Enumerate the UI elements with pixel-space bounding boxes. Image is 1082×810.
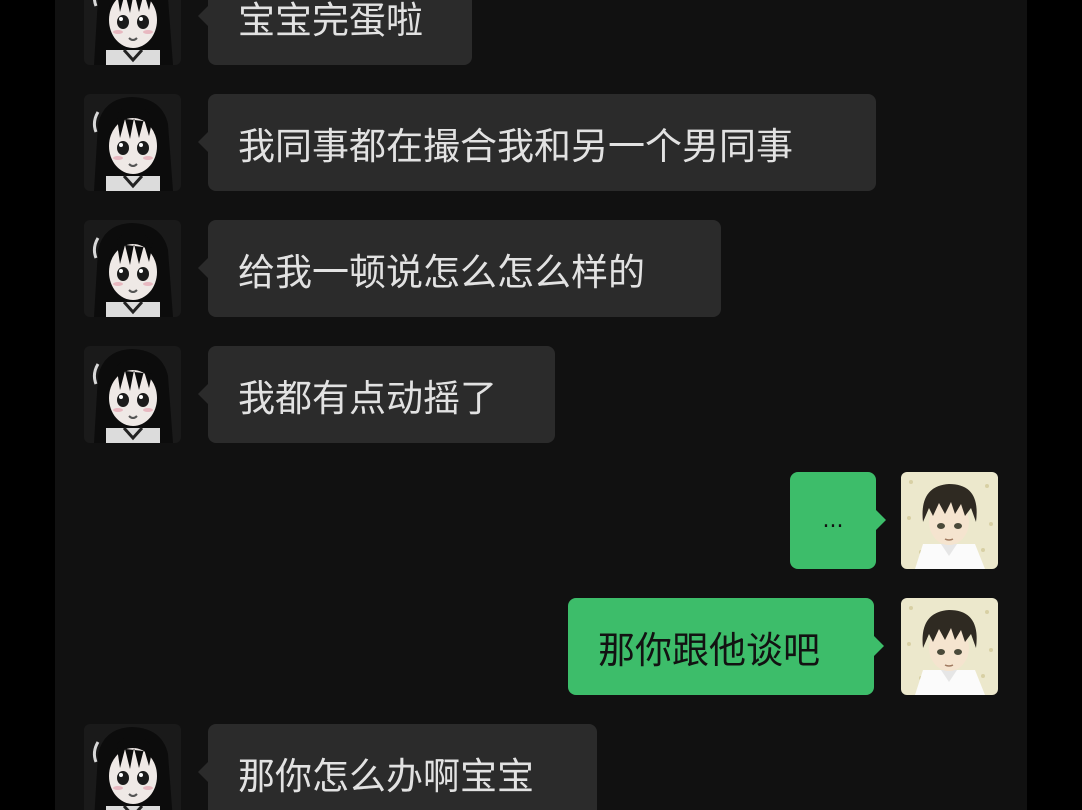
anime-boy-avatar-icon[interactable] bbox=[901, 472, 998, 569]
message-text: 我同事都在撮合我和另一个男同事 bbox=[238, 124, 793, 168]
incoming-message-bubble[interactable]: 那你怎么办啊宝宝 bbox=[198, 724, 597, 810]
bubble-tail bbox=[876, 510, 886, 530]
anime-girl-avatar-icon[interactable] bbox=[84, 220, 181, 317]
incoming-message-bubble[interactable]: 给我一顿说怎么怎么样的 bbox=[198, 220, 721, 317]
incoming-message-bubble[interactable]: 我都有点动摇了 bbox=[198, 346, 555, 443]
chat-message-row: 那你跟他谈吧 bbox=[55, 598, 1027, 695]
message-text: 我都有点动摇了 bbox=[238, 376, 497, 420]
bubble-tail bbox=[198, 384, 208, 404]
bubble-tail bbox=[198, 762, 208, 782]
bubble-tail bbox=[198, 258, 208, 278]
chat-message-row: ... bbox=[55, 472, 1027, 569]
anime-girl-avatar-icon[interactable] bbox=[84, 346, 181, 443]
anime-girl-avatar-icon[interactable] bbox=[84, 724, 181, 810]
chat-message-row: 我都有点动摇了 bbox=[55, 346, 1027, 443]
chat-message-row: 宝宝完蛋啦 bbox=[55, 0, 1027, 65]
anime-boy-avatar-icon[interactable] bbox=[901, 598, 998, 695]
chat-screen: 宝宝完蛋啦 我同事都在撮合我和另一个男同事 给我一顿说怎么怎么样的 我都有点动摇… bbox=[55, 0, 1027, 810]
chat-message-row: 那你怎么办啊宝宝 bbox=[55, 724, 1027, 810]
message-text: ... bbox=[822, 508, 844, 533]
message-text: 那你怎么办啊宝宝 bbox=[238, 754, 534, 798]
message-text: 宝宝完蛋啦 bbox=[238, 0, 423, 42]
chat-message-row: 我同事都在撮合我和另一个男同事 bbox=[55, 94, 1027, 191]
anime-girl-avatar-icon[interactable] bbox=[84, 94, 181, 191]
outgoing-message-bubble[interactable]: 那你跟他谈吧 bbox=[568, 598, 884, 695]
bubble-tail bbox=[198, 6, 208, 26]
outgoing-message-bubble[interactable]: ... bbox=[790, 472, 886, 569]
message-text: 那你跟他谈吧 bbox=[598, 628, 820, 672]
message-text: 给我一顿说怎么怎么样的 bbox=[238, 250, 645, 294]
anime-girl-avatar-icon[interactable] bbox=[84, 0, 181, 65]
bubble-tail bbox=[874, 636, 884, 656]
chat-message-row: 给我一顿说怎么怎么样的 bbox=[55, 220, 1027, 317]
incoming-message-bubble[interactable]: 宝宝完蛋啦 bbox=[198, 0, 472, 65]
bubble-tail bbox=[198, 132, 208, 152]
incoming-message-bubble[interactable]: 我同事都在撮合我和另一个男同事 bbox=[198, 94, 876, 191]
